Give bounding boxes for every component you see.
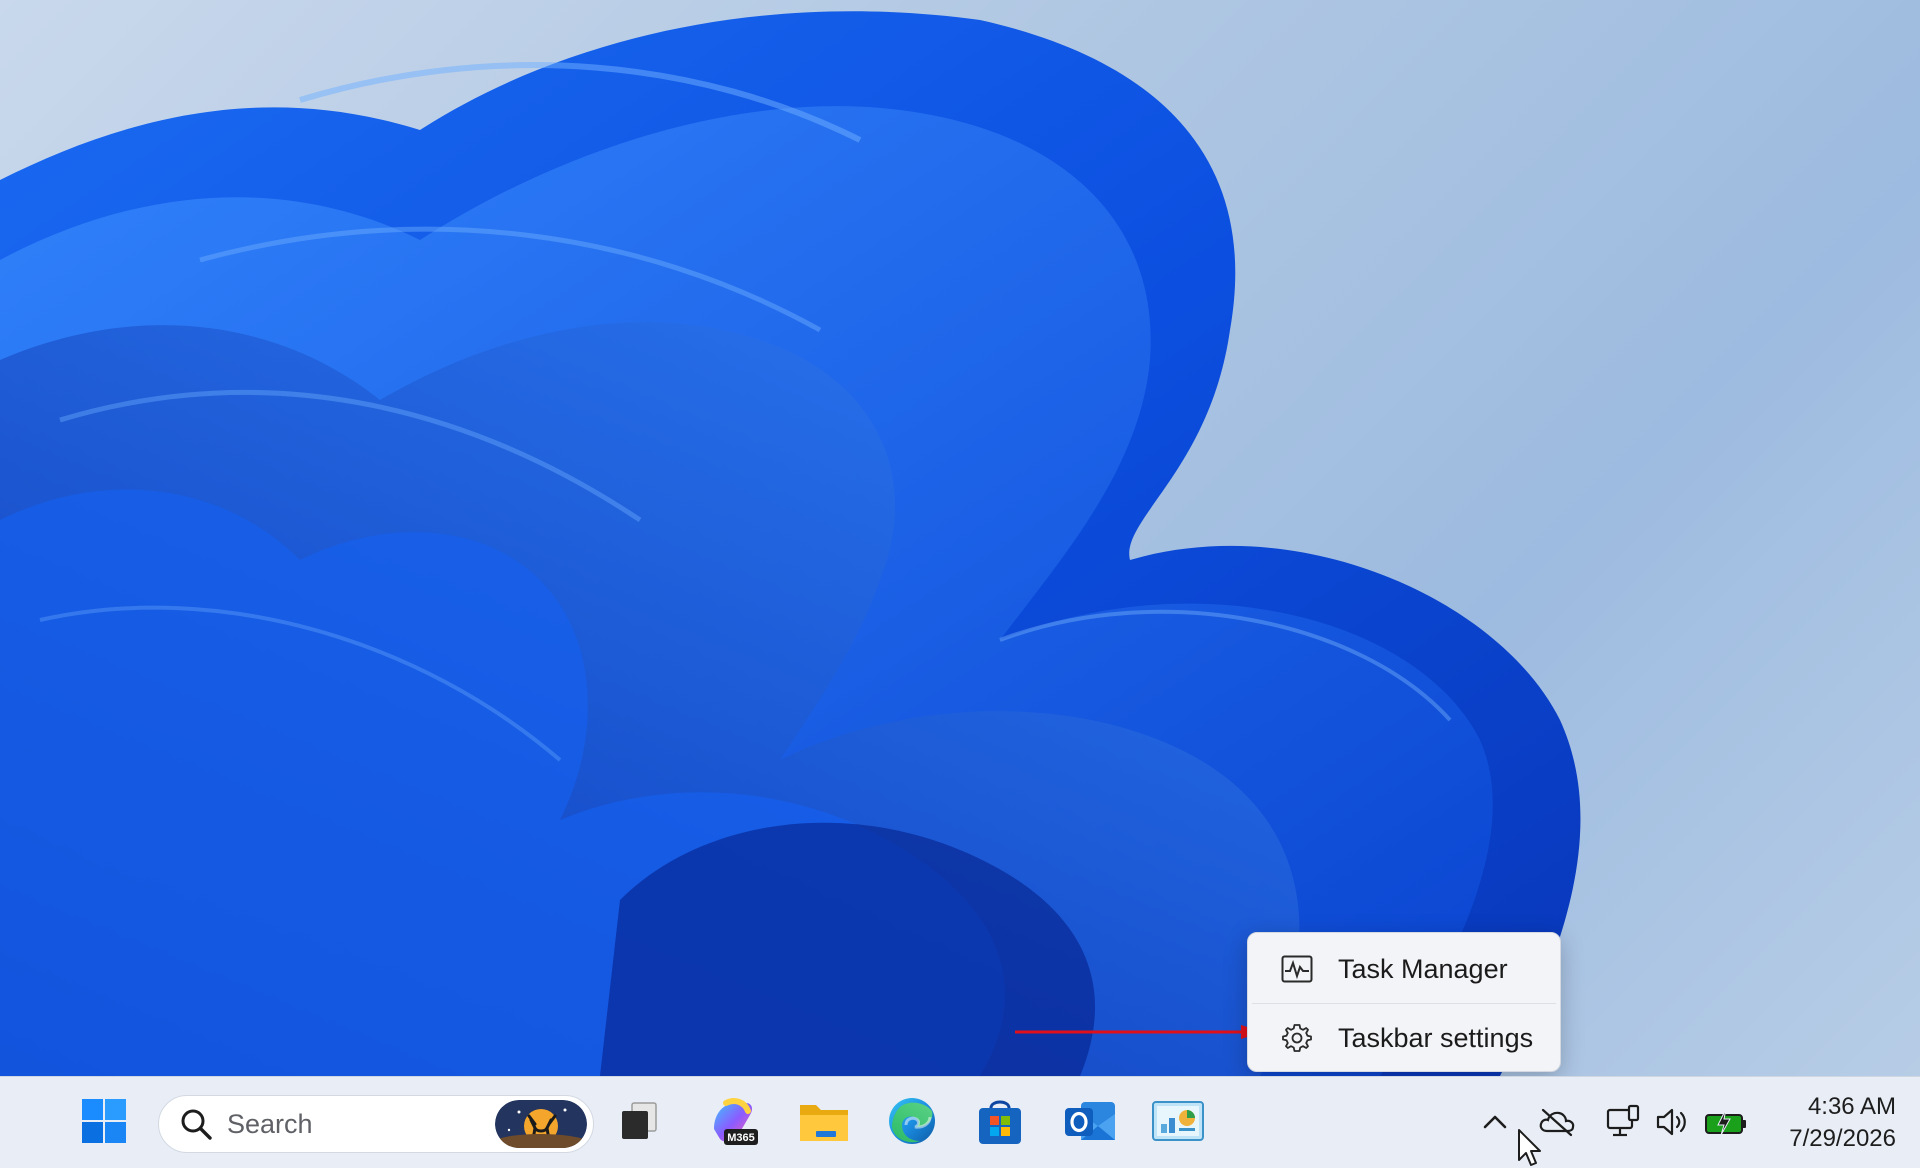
annotation-arrow bbox=[1015, 1025, 1263, 1039]
menu-separator bbox=[1252, 1003, 1556, 1004]
task-manager-icon bbox=[1280, 952, 1314, 986]
chevron-up-icon bbox=[1483, 1115, 1507, 1129]
volume-tray-button[interactable] bbox=[1652, 1101, 1694, 1143]
gear-icon bbox=[1280, 1021, 1314, 1055]
battery-charging-icon bbox=[1705, 1108, 1746, 1136]
show-hidden-icons-button[interactable] bbox=[1474, 1101, 1516, 1143]
menu-item-task-manager[interactable]: Task Manager bbox=[1252, 937, 1556, 1001]
windows-11-bloom-wallpaper bbox=[0, 11, 1581, 1076]
system-tray: 4:36 AM 7/29/2026 bbox=[0, 1077, 1920, 1169]
clock-time: 4:36 AM bbox=[1807, 1093, 1896, 1120]
menu-item-label: Taskbar settings bbox=[1338, 1022, 1534, 1053]
onedrive-offline-icon bbox=[1539, 1108, 1575, 1137]
mouse-cursor bbox=[1518, 1129, 1541, 1166]
network-icon bbox=[1606, 1104, 1640, 1137]
clock[interactable]: 4:36 AM 7/29/2026 bbox=[1760, 1091, 1896, 1155]
clock-date: 7/29/2026 bbox=[1789, 1125, 1896, 1152]
battery-tray-button[interactable] bbox=[1702, 1101, 1750, 1143]
menu-item-taskbar-settings[interactable]: Taskbar settings bbox=[1252, 1006, 1556, 1070]
desktop[interactable]: Task Manager Taskbar settings bbox=[0, 0, 1920, 1076]
volume-icon bbox=[1656, 1108, 1686, 1136]
menu-item-label: Task Manager bbox=[1338, 953, 1508, 984]
taskbar-context-menu: Task Manager Taskbar settings bbox=[1247, 932, 1561, 1072]
taskbar[interactable]: Search M365 4:36 AM 7/29/2026 bbox=[0, 1076, 1920, 1168]
network-tray-button[interactable] bbox=[1602, 1101, 1644, 1143]
